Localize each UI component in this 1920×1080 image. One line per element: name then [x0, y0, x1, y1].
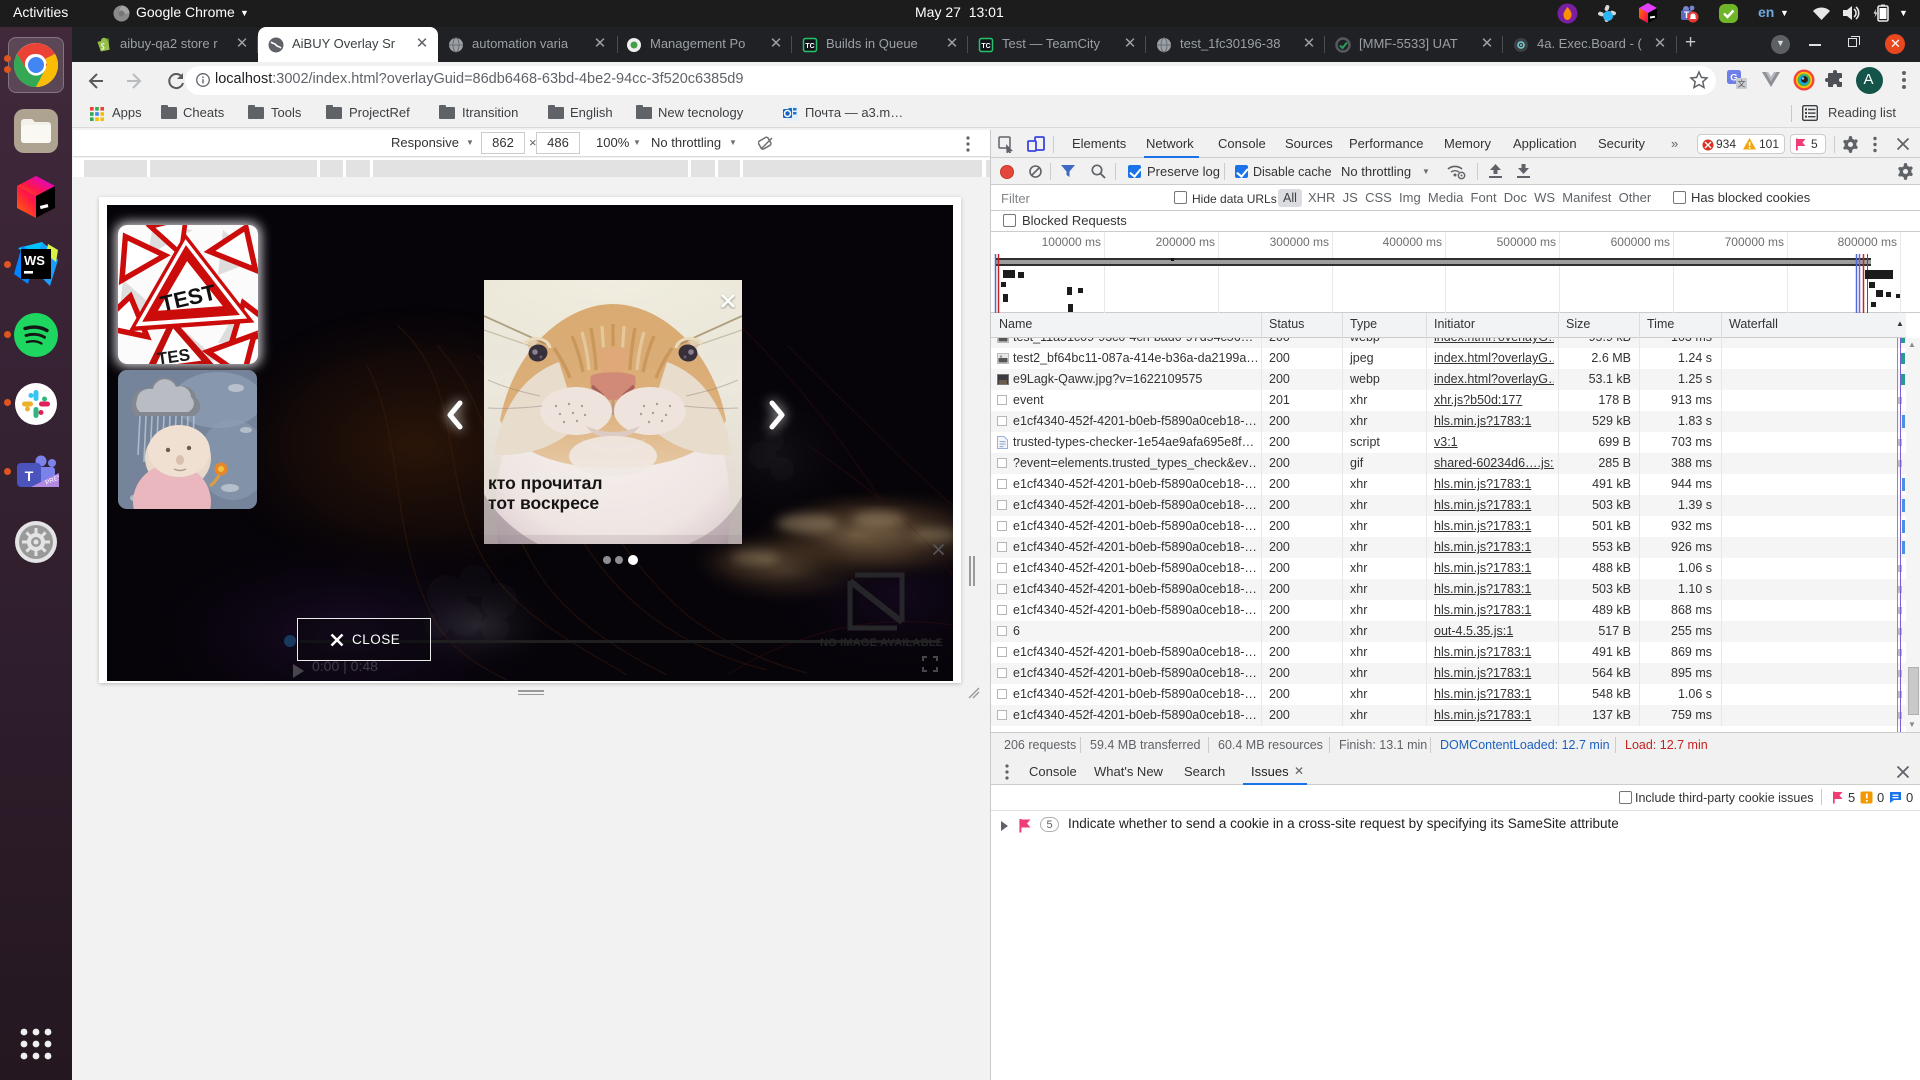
svg-text:TC: TC [805, 43, 814, 50]
svg-text:WS: WS [24, 253, 45, 268]
svg-text:T: T [25, 468, 34, 484]
svg-text:тот воскресе: тот воскресе [488, 493, 599, 513]
svg-text:TC: TC [981, 43, 990, 50]
svg-text:кто прочитал: кто прочитал [488, 473, 603, 493]
svg-text:文: 文 [1738, 79, 1746, 89]
